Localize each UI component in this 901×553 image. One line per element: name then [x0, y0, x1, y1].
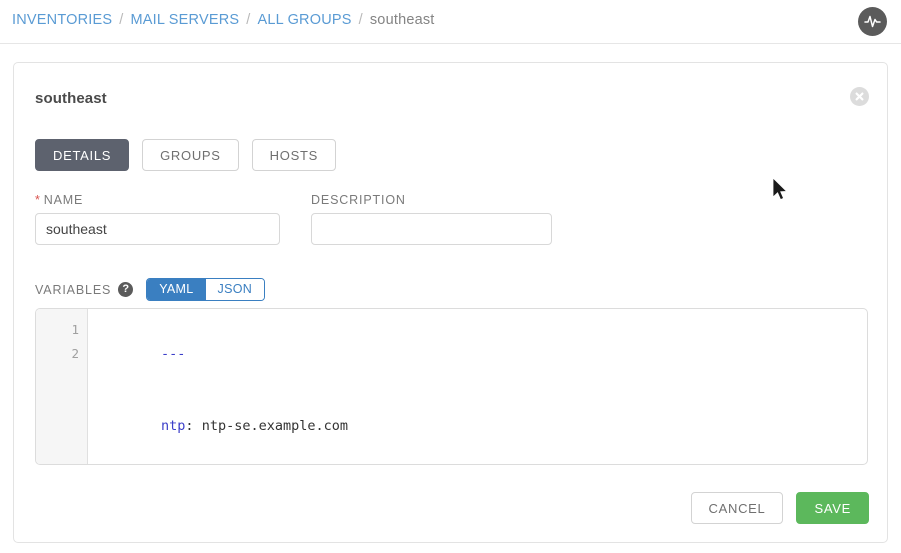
editor-gutter: 1 2 [36, 309, 88, 464]
yaml-value: ntp-se.example.com [193, 418, 348, 434]
variables-label: VARIABLES [35, 282, 112, 297]
line-number: 2 [71, 346, 79, 361]
yaml-key: ntp [161, 418, 186, 434]
description-field-label: DESCRIPTION [311, 193, 406, 207]
name-label-text: NAME [43, 193, 84, 207]
tab-bar: DETAILS GROUPS HOSTS [35, 139, 336, 171]
cancel-button[interactable]: CANCEL [690, 492, 784, 524]
name-input[interactable] [35, 213, 280, 245]
format-toggle: YAML JSON [146, 278, 266, 301]
breadcrumb-item-mail-servers[interactable]: MAIL SERVERS [130, 12, 239, 28]
breadcrumb-item-inventories[interactable]: INVENTORIES [12, 12, 112, 28]
variables-code-editor[interactable]: 1 2 --- ntp: ntp-se.example.com [35, 308, 868, 465]
required-asterisk: * [35, 193, 41, 207]
question-mark-icon[interactable]: ? [118, 282, 134, 297]
card-footer: CANCEL SAVE [690, 492, 869, 524]
tab-groups[interactable]: GROUPS [142, 139, 239, 171]
activity-pulse-icon[interactable] [858, 7, 887, 36]
breadcrumb-separator: / [119, 12, 124, 28]
close-icon[interactable] [850, 87, 869, 106]
line-number: 1 [71, 322, 79, 337]
breadcrumb: INVENTORIES / MAIL SERVERS / ALL GROUPS … [12, 12, 435, 28]
variables-row: VARIABLES ? YAML JSON [35, 278, 266, 301]
code-line: --- [96, 318, 867, 390]
description-input[interactable] [311, 213, 552, 245]
page-title: southeast [35, 90, 107, 107]
tab-hosts[interactable]: HOSTS [251, 139, 336, 171]
group-detail-card: southeast DETAILS GROUPS HOSTS *NAME DES… [13, 62, 888, 543]
breadcrumb-separator: / [358, 12, 363, 28]
save-button[interactable]: SAVE [796, 492, 869, 524]
breadcrumb-item-all-groups[interactable]: ALL GROUPS [257, 12, 351, 28]
format-toggle-json[interactable]: JSON [205, 279, 265, 300]
name-field-label: * NAME [35, 193, 83, 207]
yaml-colon: : [185, 418, 194, 434]
breadcrumb-item-current: southeast [369, 12, 435, 28]
breadcrumb-separator: / [246, 12, 251, 28]
top-bar: INVENTORIES / MAIL SERVERS / ALL GROUPS … [0, 0, 901, 44]
code-line: ntp: ntp-se.example.com [96, 390, 867, 462]
tab-details[interactable]: DETAILS [35, 139, 130, 171]
format-toggle-yaml[interactable]: YAML [147, 279, 206, 300]
editor-code-area[interactable]: --- ntp: ntp-se.example.com [88, 309, 867, 464]
yaml-document-marker: --- [161, 346, 186, 362]
